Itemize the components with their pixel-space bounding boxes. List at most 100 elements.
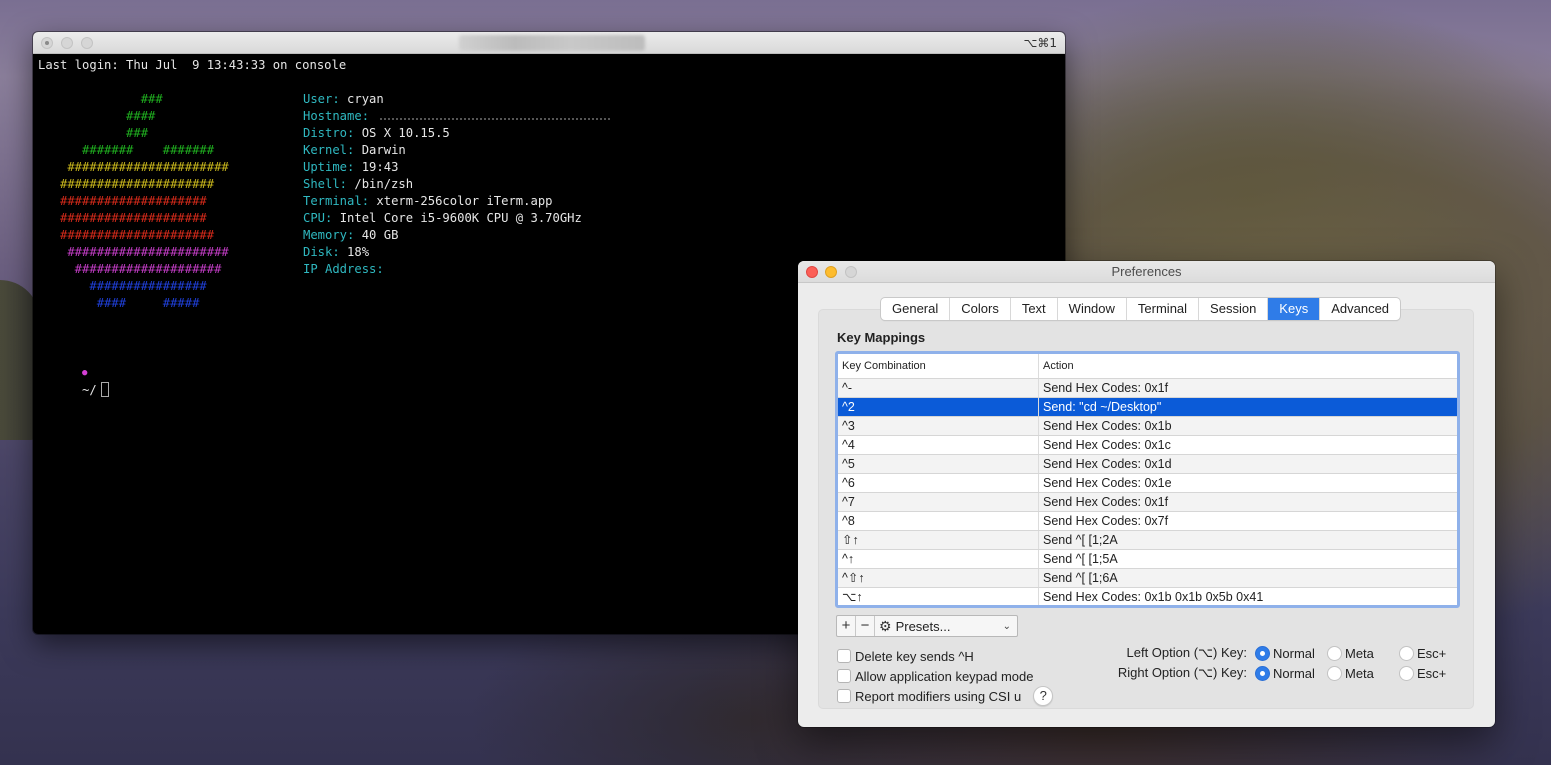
table-header: Key Combination Action [838,354,1457,379]
minimize-button[interactable] [61,37,73,49]
table-row[interactable]: ^⇧↑ Send ^[ [1;6A [838,569,1457,588]
ascii-art-line: #### ##### [38,296,200,310]
preferences-window[interactable]: Preferences General Colors Text Window Termi… [798,261,1495,727]
radio-normal[interactable]: Normal [1255,665,1327,681]
tab-text[interactable]: Text [1011,298,1058,320]
radio-button[interactable] [1399,645,1414,661]
radio-button[interactable] [1255,645,1270,661]
table-row[interactable]: ^5 Send Hex Codes: 0x1d [838,455,1457,474]
info-label: User: [303,92,340,106]
table-row[interactable]: ⌥↑ Send Hex Codes: 0x1b 0x1b 0x5b 0x41 [838,588,1457,605]
ascii-art-line: ###################### [38,245,229,259]
tab-window[interactable]: Window [1058,298,1127,320]
preferences-tabs: General Colors Text Window Terminal Session Ke… [881,298,1401,320]
column-header-key[interactable]: Key Combination [838,354,1039,378]
checkbox-label: Allow application keypad mode [855,668,1034,684]
apple-prompt-icon: ● [82,368,88,378]
key-combination-cell: ^- [838,379,1039,397]
radio-meta[interactable]: Meta [1327,645,1399,661]
info-line: CPU: Intel Core i5-9600K CPU @ 3.70GHz [303,210,610,227]
info-value: Intel Core i5-9600K CPU @ 3.70GHz [339,211,582,225]
radio-label: Normal [1273,665,1315,681]
info-line: Terminal: xterm-256color iTerm.app [303,193,610,210]
minimize-button[interactable] [825,266,837,278]
table-row[interactable]: ^7 Send Hex Codes: 0x1f [838,493,1457,512]
checkbox[interactable] [837,689,851,703]
info-line: Uptime: 19:43 [303,159,610,176]
radio-meta[interactable]: Meta [1327,665,1399,681]
tab-advanced[interactable]: Advanced [1320,298,1400,320]
radio-button[interactable] [1327,645,1342,661]
info-label: Distro: [303,126,355,140]
zoom-button[interactable] [81,37,93,49]
info-value: cryan [347,92,384,106]
radio-normal[interactable]: Normal [1255,645,1327,661]
radio-button[interactable] [1399,665,1414,681]
action-cell: Send Hex Codes: 0x1b 0x1b 0x5b 0x41 [1043,590,1264,604]
last-login-line: Last login: Thu Jul 9 13:43:33 on consol… [38,58,347,72]
checkbox[interactable] [837,669,851,683]
add-mapping-button[interactable]: + [837,616,856,636]
table-row[interactable]: ⇧↑ Send ^[ [1;2A [838,531,1457,550]
table-row[interactable]: ^4 Send Hex Codes: 0x1c [838,436,1457,455]
tab-terminal[interactable]: Terminal [1127,298,1200,320]
text-cursor [100,382,109,397]
action-cell: Send: "cd ~/Desktop" [1043,400,1162,414]
info-label: IP Address: [303,262,384,276]
info-value: 19:43 [361,160,399,174]
close-button[interactable] [806,266,818,278]
close-button[interactable] [41,37,53,49]
help-button[interactable]: ? [1033,686,1054,706]
action-cell: Send ^[ [1;6A [1043,571,1118,585]
right-option-key-row: Right Option (⌥) Key: Normal Meta Esc+ [1098,663,1468,683]
info-line: Memory: 40 GB [303,227,610,244]
remove-mapping-button[interactable]: − [856,616,875,636]
zoom-button[interactable] [845,266,857,278]
table-row[interactable]: ^2 Send: "cd ~/Desktop" [838,398,1457,417]
checkbox-row[interactable]: Report modifiers using CSI u? [837,686,1054,706]
radio-label: Esc+ [1417,645,1447,661]
radio-esc-plus[interactable]: Esc+ [1399,665,1446,681]
radio-esc-plus[interactable]: Esc+ [1399,645,1447,661]
action-cell: Send ^[ [1;5A [1043,552,1118,566]
option-key-label: Left Option (⌥) Key: [1126,645,1247,660]
column-header-action[interactable]: Action [1039,354,1457,378]
presets-dropdown[interactable]: ⚙ Presets... ⌄ [875,616,1017,636]
tab-general[interactable]: General [881,298,951,320]
tab-keys[interactable]: Keys [1268,298,1321,320]
table-row[interactable]: ^6 Send Hex Codes: 0x1e [838,474,1457,493]
table-row[interactable]: ^- Send Hex Codes: 0x1f [838,379,1457,398]
ascii-art-line: #################### [38,194,207,208]
preferences-titlebar[interactable]: Preferences [798,261,1495,283]
key-combination-cell: ^2 [838,398,1039,416]
key-mappings-table[interactable]: Key Combination Action ^- Send Hex Codes:… [835,351,1460,608]
info-line: Hostname: [303,108,611,125]
table-row[interactable]: ^3 Send Hex Codes: 0x1b [838,417,1457,436]
info-line: Shell: /bin/zsh [303,176,610,193]
table-row[interactable]: ^8 Send Hex Codes: 0x7f [838,512,1457,531]
key-combination-cell: ⇧↑ [838,531,1039,549]
ascii-art-line: ################ [38,279,207,293]
action-cell: Send Hex Codes: 0x1b [1043,419,1172,433]
tab-session[interactable]: Session [1199,298,1269,320]
info-value: /bin/zsh [354,177,414,191]
radio-button[interactable] [1327,665,1342,681]
info-value: 18% [347,245,370,259]
checkbox-row[interactable]: Delete key sends ^H [837,646,1053,666]
shell-prompt[interactable]: ● ~/ [38,346,109,397]
info-value: Darwin [361,143,406,157]
terminal-title-redacted [459,35,645,51]
checkbox-row[interactable]: Allow application keypad mode [837,666,1053,686]
radio-button[interactable] [1255,665,1270,681]
terminal-body[interactable]: Last login: Thu Jul 9 13:43:33 on consol… [33,54,1065,397]
tab-colors[interactable]: Colors [950,298,1011,320]
ascii-art-line: #################### [38,262,222,276]
info-value: xterm-256color iTerm.app [376,194,553,208]
checkbox[interactable] [837,649,851,663]
ascii-art-line: #################### [38,211,207,225]
radio-label: Meta [1345,665,1374,681]
info-label: Memory: [303,228,355,242]
terminal-titlebar[interactable]: ⌥⌘1 [33,32,1065,54]
table-row[interactable]: ^↑ Send ^[ [1;5A [838,550,1457,569]
info-label: CPU: [303,211,333,225]
